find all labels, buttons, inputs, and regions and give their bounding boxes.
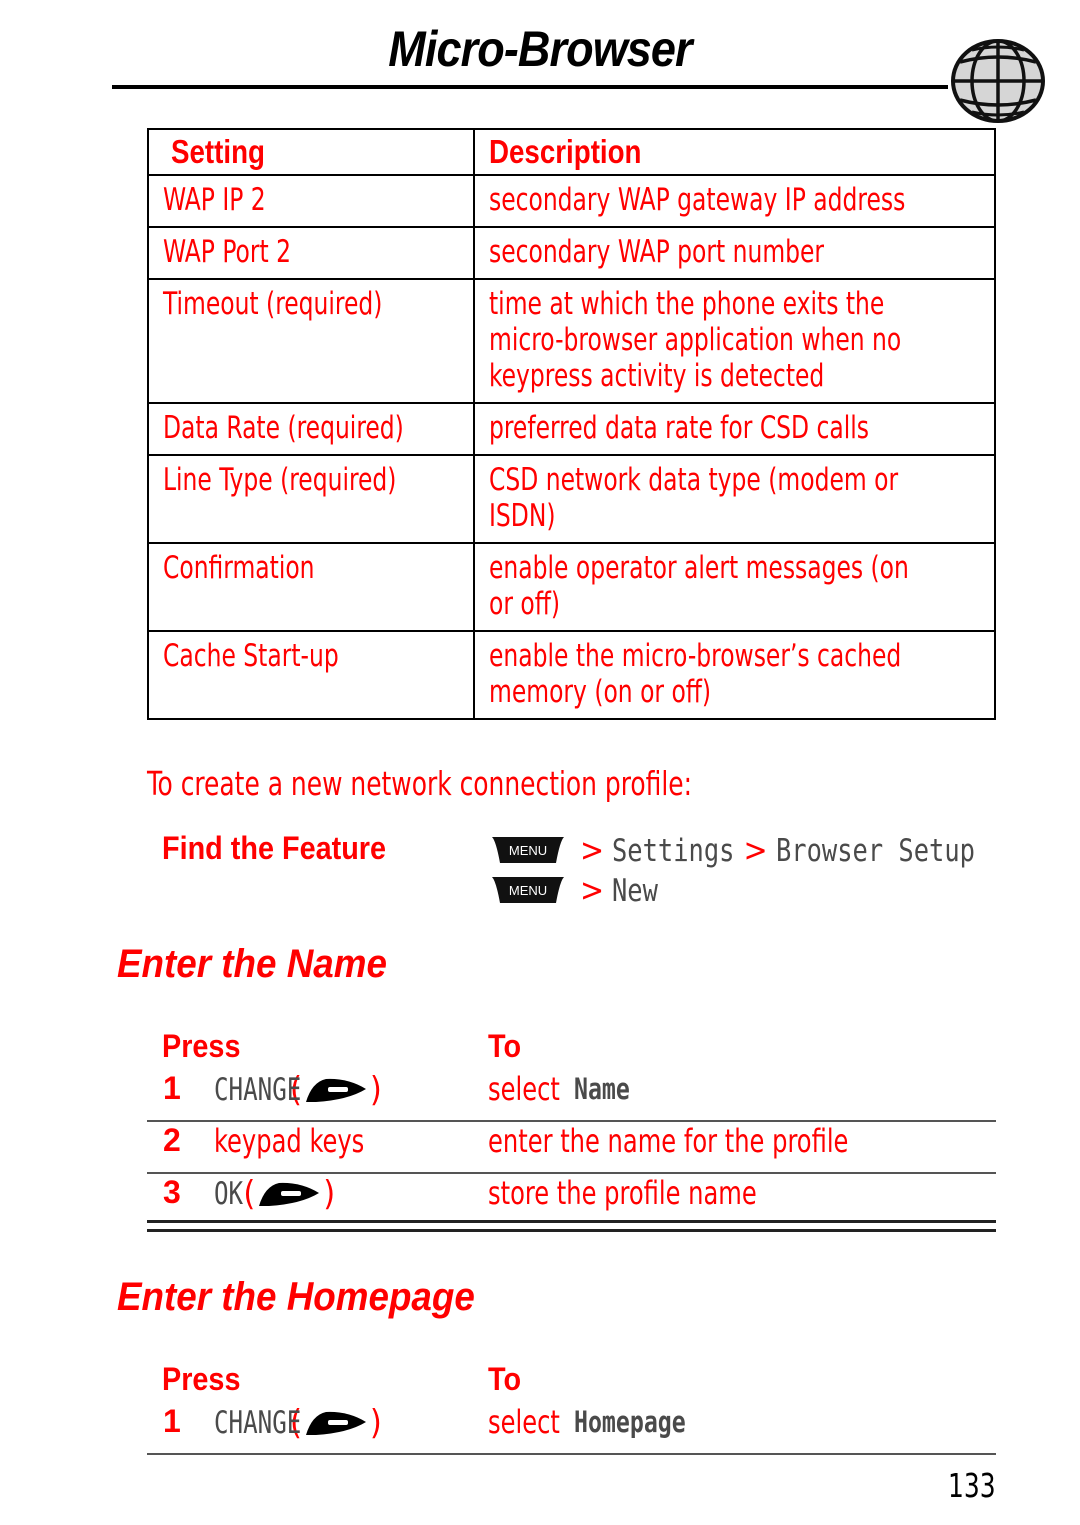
table-header-row: Setting Description (147, 128, 996, 176)
paren-close: ) (323, 1174, 336, 1214)
step-to-text: select (488, 1403, 560, 1441)
description-cell: time at which the phone exits the micro-b… (473, 278, 996, 404)
description-line: secondary WAP gateway IP address (489, 182, 906, 218)
row-divider (147, 1229, 996, 1232)
description-cell: secondary WAP gateway IP address (473, 174, 996, 228)
right-softkey-icon (305, 1078, 366, 1102)
column-header-to: To (488, 1361, 522, 1397)
row-divider (147, 1453, 996, 1455)
softkey-label-text: CHANGE (214, 1072, 302, 1108)
intro-text: To create a new network connection profi… (147, 764, 693, 803)
table-row: WAP IP 2 secondary WAP gateway IP address (147, 174, 996, 228)
description-line: or off) (489, 586, 561, 622)
display-value: Name (574, 1072, 630, 1106)
right-softkey-icon (305, 1411, 366, 1435)
path-item-new: New (612, 873, 659, 909)
softkey-label-text: CHANGE (214, 1405, 302, 1441)
page-number: 133 (948, 1466, 996, 1505)
display-value: Homepage (574, 1405, 686, 1439)
step-to-text: enter the name for the profile (488, 1122, 849, 1160)
description-cell: enable the micro-browser’s cached memory … (473, 630, 996, 720)
menu-key-icon: MENU (492, 836, 564, 863)
step-to: store the profile name (488, 1174, 808, 1212)
description-cell: CSD network data type (modem or ISDN) (473, 454, 996, 544)
table-row: WAP Port 2 secondary WAP port number (147, 226, 996, 280)
step-row: 2 keypad keys enter the name for the profi… (147, 1122, 996, 1174)
description-cell: preferred data rate for CSD calls (473, 402, 996, 456)
step-number: 2 (163, 1122, 181, 1158)
column-header-to: To (488, 1028, 522, 1064)
description-line: preferred data rate for CSD calls (489, 410, 870, 446)
description-cell: enable operator alert messages (on or off… (473, 542, 996, 632)
setting-cell: WAP IP 2 (147, 174, 475, 228)
description-line: ISDN) (489, 498, 556, 534)
globe-icon (951, 39, 1045, 123)
right-softkey-icon (259, 1182, 320, 1206)
svg-text:MENU: MENU (509, 843, 547, 858)
step-press: keypad keys (214, 1122, 393, 1160)
description-line: keypress activity is detected (489, 358, 825, 394)
step-press-text: keypad keys (214, 1122, 365, 1160)
description-line: secondary WAP port number (489, 234, 825, 270)
step-number: 1 (163, 1403, 181, 1439)
table-row: Confirmation enable operator alert messag… (147, 542, 996, 632)
setting-cell: Line Type (required) (147, 454, 475, 544)
menu-path-settings-browser-setup: MENU > Settings > Browser Setup (490, 830, 1018, 869)
row-divider (147, 1120, 996, 1122)
step-to: select Name (488, 1070, 630, 1108)
step-row: 1 CHANGE() select Homepage (147, 1403, 996, 1455)
step-press: CHANGE() (214, 1403, 382, 1443)
description-line: micro-browser application when no (489, 322, 902, 358)
path-separator: > (580, 870, 605, 909)
table-row: Timeout (required) time at which the phon… (147, 278, 996, 404)
table-row: Cache Start-up enable the micro-browser’s… (147, 630, 996, 720)
step-press: CHANGE() (214, 1070, 382, 1110)
description-line: enable the micro-browser’s cached (489, 638, 902, 674)
step-press: OK() (214, 1174, 335, 1214)
description-line: time at which the phone exits the (489, 286, 885, 322)
header-rule (112, 85, 948, 89)
find-feature-label: Find the Feature (162, 830, 387, 866)
section-heading-enter-homepage: Enter the Homepage (117, 1275, 475, 1319)
step-to: select Homepage (488, 1403, 686, 1441)
description-cell: secondary WAP port number (473, 226, 996, 280)
step-to-text: store the profile name (488, 1174, 757, 1212)
table-row: Data Rate (required) preferred data rate … (147, 402, 996, 456)
step-to-text: select (488, 1070, 560, 1108)
softkey-label-text: OK (214, 1176, 244, 1212)
menu-path-new: MENU > New (490, 870, 668, 909)
column-header-setting: Setting (147, 128, 475, 176)
step-row: 3 OK() store the profile name (147, 1174, 996, 1226)
settings-table: Setting Description WAP IP 2 secondary WA… (147, 128, 996, 720)
paren-open: ( (243, 1174, 256, 1214)
setting-cell: WAP Port 2 (147, 226, 475, 280)
step-number: 3 (163, 1174, 181, 1210)
description-line: CSD network data type (modem or (489, 462, 899, 498)
path-item-browser-setup: Browser Setup (775, 833, 975, 869)
svg-text:MENU: MENU (509, 883, 547, 898)
menu-key-icon: MENU (492, 876, 564, 903)
paren-close: ) (369, 1403, 382, 1443)
column-header-press: Press (162, 1361, 241, 1397)
setting-cell: Timeout (required) (147, 278, 475, 404)
step-row: 1 CHANGE() select Name (147, 1070, 996, 1122)
path-separator: > (580, 830, 605, 869)
setting-cell: Data Rate (required) (147, 402, 475, 456)
description-line: enable operator alert messages (on (489, 550, 909, 586)
path-separator: > (743, 830, 768, 869)
page-title: Micro-Browser (388, 21, 692, 77)
path-item-settings: Settings (612, 833, 735, 869)
row-divider (147, 1220, 996, 1223)
column-header-description: Description (473, 128, 996, 176)
setting-cell: Confirmation (147, 542, 475, 632)
description-line: memory (on or off) (489, 674, 712, 710)
paren-close: ) (369, 1070, 382, 1110)
step-to: enter the name for the profile (488, 1122, 917, 1160)
column-header-press: Press (162, 1028, 241, 1064)
row-divider (147, 1172, 996, 1174)
step-number: 1 (163, 1070, 181, 1106)
setting-cell: Cache Start-up (147, 630, 475, 720)
table-row: Line Type (required) CSD network data typ… (147, 454, 996, 544)
section-heading-enter-name: Enter the Name (117, 942, 387, 986)
